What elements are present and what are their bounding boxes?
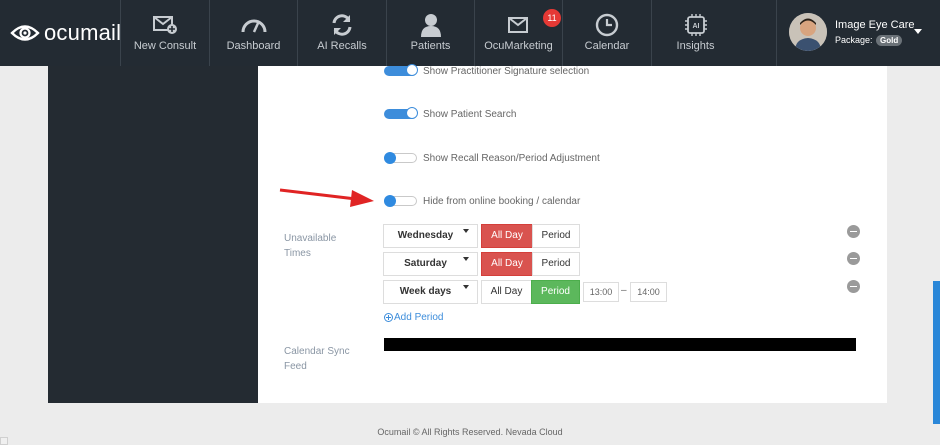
- refresh-icon: [332, 14, 352, 36]
- caret-down-icon: [463, 285, 469, 289]
- calendar-sync-feed-value: [384, 338, 856, 351]
- toggle-switch[interactable]: [384, 152, 417, 164]
- day-select[interactable]: Wednesday: [383, 224, 478, 248]
- eye-icon: [10, 25, 40, 41]
- all-day-button[interactable]: All Day: [481, 224, 533, 248]
- toggle-switch[interactable]: [384, 195, 417, 207]
- status-bar-url: [0, 437, 8, 445]
- day-select[interactable]: Saturday: [383, 252, 478, 276]
- package-badge: Gold: [876, 35, 903, 46]
- ai-chip-icon: AI: [684, 14, 707, 36]
- end-time-input[interactable]: 14:00: [630, 282, 667, 302]
- nav-label: New Consult: [133, 40, 197, 52]
- period-button[interactable]: Period: [532, 252, 580, 276]
- toggle-label: Show Practitioner Signature selection: [423, 65, 590, 77]
- time-separator: –: [621, 285, 627, 296]
- svg-text:AI: AI: [692, 23, 699, 30]
- envelope-check-icon: [507, 17, 528, 33]
- day-select-value: Saturday: [404, 258, 447, 269]
- nav-calendar[interactable]: Calendar: [562, 0, 651, 66]
- scrollbar-thumb[interactable]: [933, 281, 940, 424]
- nav-label: OcuMarketing: [484, 40, 553, 52]
- day-select-value: Wednesday: [397, 230, 454, 241]
- gauge-icon: [241, 19, 266, 33]
- unavailable-times-label: Unavailable Times: [284, 233, 337, 259]
- toggle-row-practitioner-signature[interactable]: Show Practitioner Signature selection: [384, 64, 589, 78]
- toggle-switch[interactable]: [384, 107, 418, 119]
- day-select-value: Week days: [399, 286, 452, 297]
- period-button[interactable]: Period: [532, 224, 580, 248]
- person-icon: [420, 14, 441, 37]
- nav-patients[interactable]: Patients: [386, 0, 474, 66]
- nav-label: Patients: [410, 40, 451, 52]
- nav-dashboard[interactable]: Dashboard: [209, 0, 297, 66]
- clock-icon: [595, 13, 619, 37]
- add-period-link[interactable]: Add Period: [384, 312, 443, 323]
- nav-ai-recalls[interactable]: AI Recalls: [297, 0, 386, 66]
- user-menu[interactable]: Image Eye Care Package: Gold: [776, 0, 940, 66]
- calendar-sync-feed-label: Calendar Sync Feed: [284, 346, 350, 372]
- toggle-label: Show Recall Reason/Period Adjustment: [423, 152, 600, 164]
- nav-label: Dashboard: [226, 40, 281, 52]
- notification-badge: 11: [543, 9, 561, 27]
- remove-row-icon[interactable]: [847, 225, 860, 238]
- plus-circle-icon: [384, 313, 393, 322]
- all-day-button[interactable]: All Day: [481, 280, 532, 304]
- nav-new-consult[interactable]: New Consult: [120, 0, 209, 66]
- nav-insights[interactable]: AI Insights: [651, 0, 739, 66]
- brand-name: ocumail: [44, 20, 122, 45]
- remove-row-icon[interactable]: [847, 280, 860, 293]
- package-label: Package:: [835, 35, 873, 45]
- brand-logo[interactable]: ocumail: [10, 19, 121, 47]
- toggle-row-hide-online-booking[interactable]: Hide from online booking / calendar: [384, 194, 580, 208]
- nav-ocumarketing[interactable]: 11 OcuMarketing: [474, 0, 562, 66]
- day-select[interactable]: Week days: [383, 280, 478, 304]
- toggle-label: Show Patient Search: [423, 108, 517, 120]
- chevron-down-icon[interactable]: [914, 29, 922, 34]
- nav-label: Insights: [676, 40, 715, 52]
- user-package: Package: Gold: [835, 35, 903, 46]
- avatar: [789, 13, 827, 51]
- toggle-label: Hide from online booking / calendar: [423, 195, 581, 207]
- remove-row-icon[interactable]: [847, 252, 860, 265]
- nav-label: Calendar: [584, 40, 630, 52]
- footer-copyright: Ocumail © All Rights Reserved. Nevada Cl…: [377, 427, 563, 437]
- period-button[interactable]: Period: [531, 280, 580, 304]
- top-navigation-bar: ocumail New Consult Dashboard AI Recalls: [0, 0, 940, 66]
- toggle-row-recall-reason[interactable]: Show Recall Reason/Period Adjustment: [384, 151, 600, 165]
- all-day-button[interactable]: All Day: [481, 252, 533, 276]
- settings-sidebar: [48, 66, 258, 403]
- nav-label: AI Recalls: [317, 40, 367, 52]
- envelope-plus-icon: [153, 16, 177, 34]
- add-period-label: Add Period: [394, 312, 444, 323]
- toggle-row-patient-search[interactable]: Show Patient Search: [384, 107, 516, 121]
- toggle-switch[interactable]: [384, 64, 418, 76]
- start-time-input[interactable]: 13:00: [583, 282, 619, 302]
- red-annotation-arrow-icon: [279, 188, 374, 207]
- user-name: Image Eye Care: [835, 19, 915, 31]
- avatar-photo: [789, 13, 827, 51]
- caret-down-icon: [463, 229, 469, 233]
- caret-down-icon: [463, 257, 469, 261]
